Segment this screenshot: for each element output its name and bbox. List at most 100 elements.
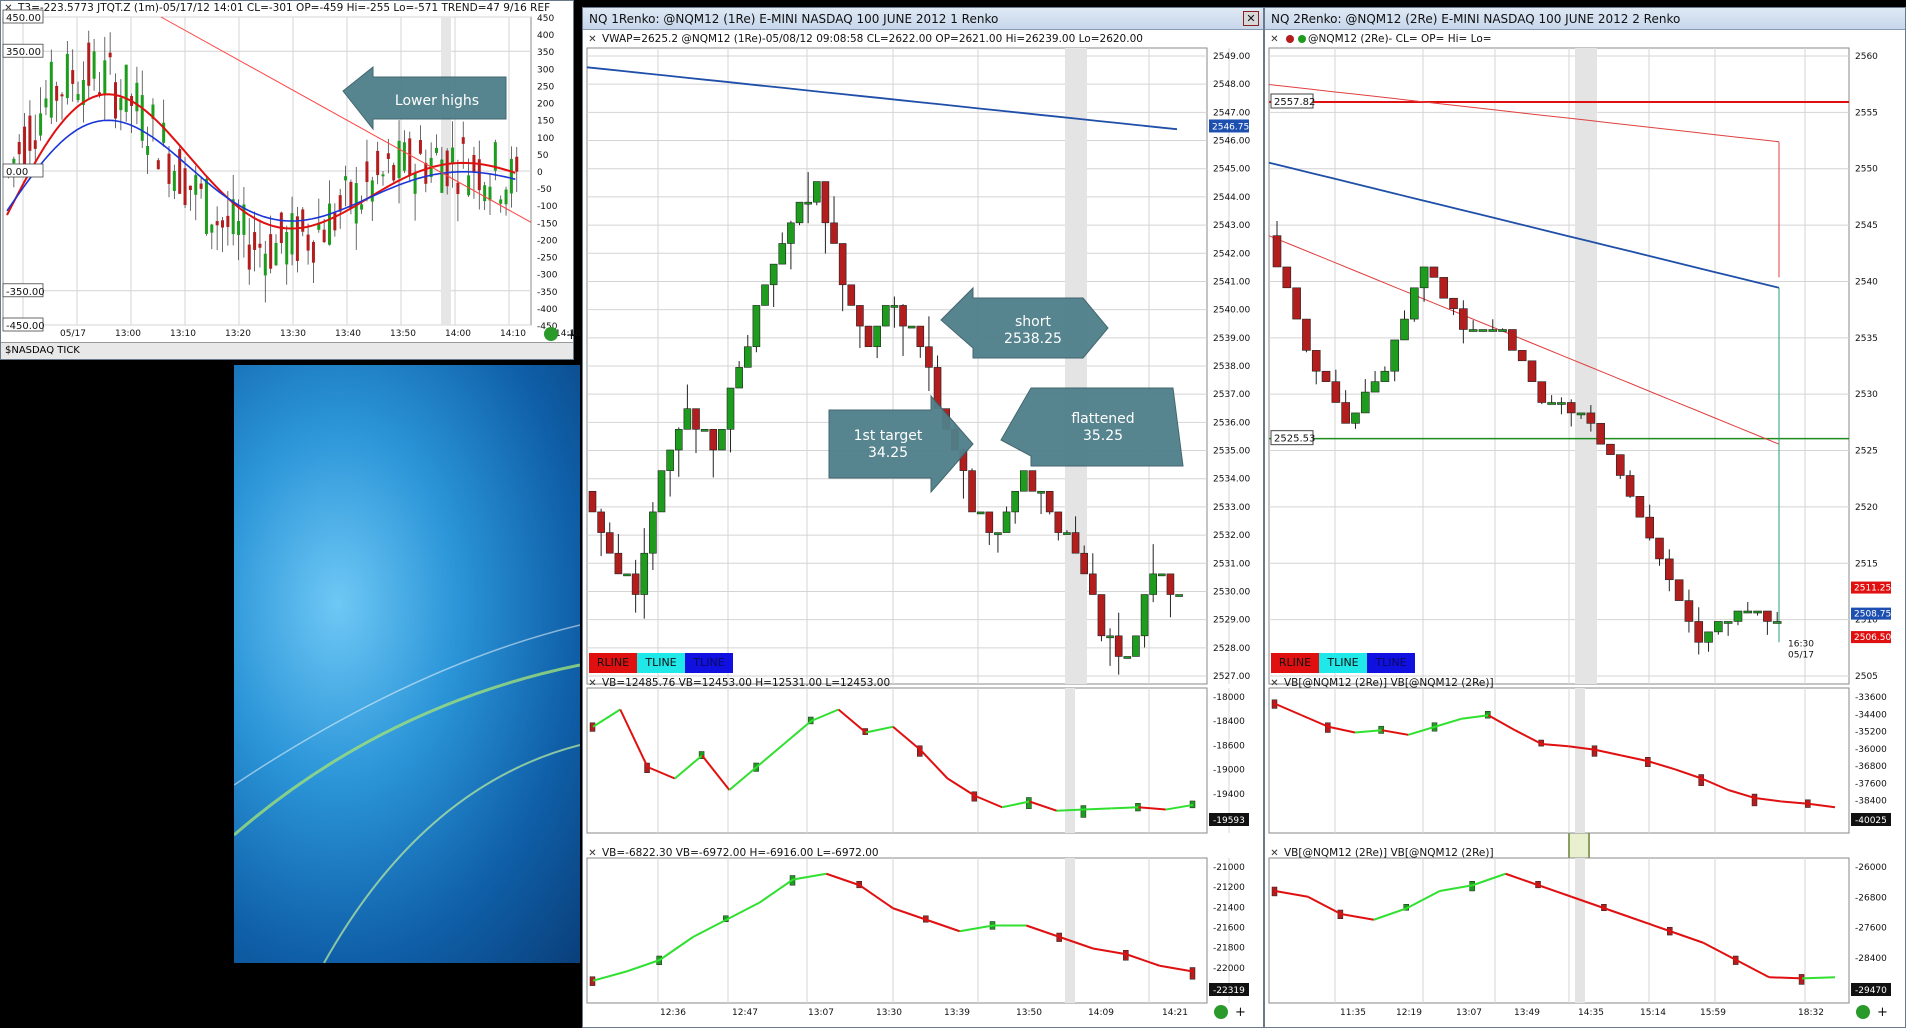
renko-brick <box>847 284 856 306</box>
renko-brick <box>1380 370 1390 382</box>
tick-bar <box>33 140 37 149</box>
y-tick-label: -28400 <box>1855 954 1887 964</box>
close-icon[interactable]: ✕ <box>1269 849 1280 860</box>
y-tick-label: -19000 <box>1213 766 1245 776</box>
nasdaq-tick-tab[interactable]: $NASDAQ TICK <box>1 345 80 356</box>
tick-chart[interactable]: 450.00 350.00 0.00 -350.00 -450.00 450 400 350 3… <box>1 1 581 361</box>
renko-brick <box>1302 318 1311 351</box>
refresh-icon[interactable] <box>1856 1005 1870 1019</box>
tick-bar <box>87 42 91 86</box>
tick-bar <box>221 220 224 228</box>
renko-brick <box>1011 490 1019 513</box>
refresh-icon[interactable] <box>544 327 558 341</box>
y-tick-label: -50 <box>537 185 552 195</box>
y-tick-label: -18000 <box>1213 693 1245 703</box>
tick-bar <box>237 220 241 236</box>
renko-brick <box>1704 631 1713 643</box>
tick-bar <box>12 158 16 164</box>
tick-bar <box>370 180 374 202</box>
tick-bar <box>44 98 48 108</box>
tick-bar <box>451 147 455 164</box>
tick-bar <box>311 241 315 263</box>
tick-bar <box>215 221 219 226</box>
session-band <box>1065 48 1087 684</box>
renko-brick <box>700 429 709 432</box>
renko-brick <box>1733 610 1743 622</box>
x-tick-label: 14:21 <box>1162 1008 1188 1018</box>
renko-brick <box>1468 329 1478 332</box>
legend-tline-cyan[interactable]: TLINE <box>1319 653 1367 673</box>
renko-brick <box>1743 610 1753 614</box>
renko-brick <box>1166 573 1175 595</box>
y-tick-label: 2540.00 <box>1213 306 1250 316</box>
y-tick-label: -26000 <box>1855 863 1887 873</box>
renko-brick <box>1488 329 1498 332</box>
renko-brick <box>605 532 614 554</box>
tick-bar <box>295 216 299 261</box>
renko-brick <box>1439 277 1449 299</box>
renko-brick <box>743 346 752 368</box>
legend-tline-cyan[interactable]: TLINE <box>637 653 685 673</box>
renko-brick <box>1331 381 1341 403</box>
renko-brick <box>1566 402 1576 414</box>
volume-bar <box>1080 805 1087 818</box>
renko-brick <box>718 429 726 451</box>
x-tick-label: 15:14 <box>1640 1008 1666 1018</box>
tick-bar <box>515 156 519 172</box>
volume-trend-segment <box>1769 976 1803 980</box>
legend-rline[interactable]: RLINE <box>589 653 637 673</box>
x-tick-label: 12:36 <box>660 1008 686 1018</box>
volume-bar <box>1026 797 1032 809</box>
close-icon[interactable]: ✕ <box>1269 679 1280 690</box>
tick-bar <box>386 153 390 159</box>
y-tick-label: 2543.00 <box>1213 221 1250 231</box>
renko-brick <box>925 346 933 368</box>
price-label: 2511.25 <box>1854 584 1891 594</box>
y-tick-label: 2534.00 <box>1213 475 1250 485</box>
renko-brick <box>976 511 985 515</box>
renko2-window[interactable]: NQ 2Renko: @NQM12 (2Re) E-MINI NASDAQ 10… <box>1264 7 1906 1028</box>
close-icon[interactable]: ✕ <box>587 849 598 860</box>
y-tick-label: -33600 <box>1855 693 1887 703</box>
y-tick-label: 2529.00 <box>1213 616 1250 626</box>
y-tick-label: 450 <box>537 14 554 24</box>
tick-bar <box>413 173 417 194</box>
tick-bar <box>322 229 326 243</box>
y-tick-label: 2545 <box>1855 221 1878 231</box>
tick-bar <box>55 85 59 101</box>
y-tick-label: -35200 <box>1855 728 1887 738</box>
level-label: 350.00 <box>6 47 41 58</box>
y-tick-label: 2527.00 <box>1213 672 1250 682</box>
y-tick-label: -27600 <box>1855 924 1887 934</box>
tick-bar <box>167 153 171 184</box>
renko1-window[interactable]: NQ 1Renko: @NQM12 (1Re) E-MINI NASDAQ 10… <box>582 7 1264 1028</box>
y-tick-label: 2538.00 <box>1213 362 1250 372</box>
renko-brick <box>1002 511 1011 533</box>
tick-bar <box>290 213 294 255</box>
add-icon: + <box>566 328 577 343</box>
y-tick-label: 2560 <box>1855 52 1878 62</box>
volume-bar <box>1751 793 1758 807</box>
refresh-icon[interactable] <box>1214 1005 1228 1019</box>
legend-tline-blue[interactable]: TLINE <box>685 653 733 673</box>
renko-brick <box>1684 600 1694 622</box>
close-icon[interactable]: ✕ <box>587 679 598 690</box>
renko-brick <box>873 325 881 348</box>
renko-brick <box>1351 412 1360 424</box>
add-icon: + <box>1877 1005 1888 1020</box>
tick-chart-window[interactable]: ✕ T3=-223.5773 JTQT.Z (1m)-05/17/12 14:01… <box>0 0 581 361</box>
tick-bar <box>360 204 364 210</box>
legend-rline[interactable]: RLINE <box>1271 653 1319 673</box>
legend-tline-blue[interactable]: TLINE <box>1367 653 1415 673</box>
renko-brick <box>812 181 821 203</box>
y-tick-label: -26800 <box>1855 893 1887 903</box>
y-tick-label: -21200 <box>1213 883 1245 893</box>
renko-brick <box>1517 350 1527 362</box>
x-tick-label: 13:07 <box>808 1008 834 1018</box>
tick-bar <box>60 94 64 97</box>
tick-bar <box>65 53 69 99</box>
renko-brick <box>1557 402 1566 405</box>
y-tick-label: 2531.00 <box>1213 559 1250 569</box>
y-tick-label: 2537.00 <box>1213 390 1250 400</box>
y-tick-label: -18400 <box>1213 717 1245 727</box>
